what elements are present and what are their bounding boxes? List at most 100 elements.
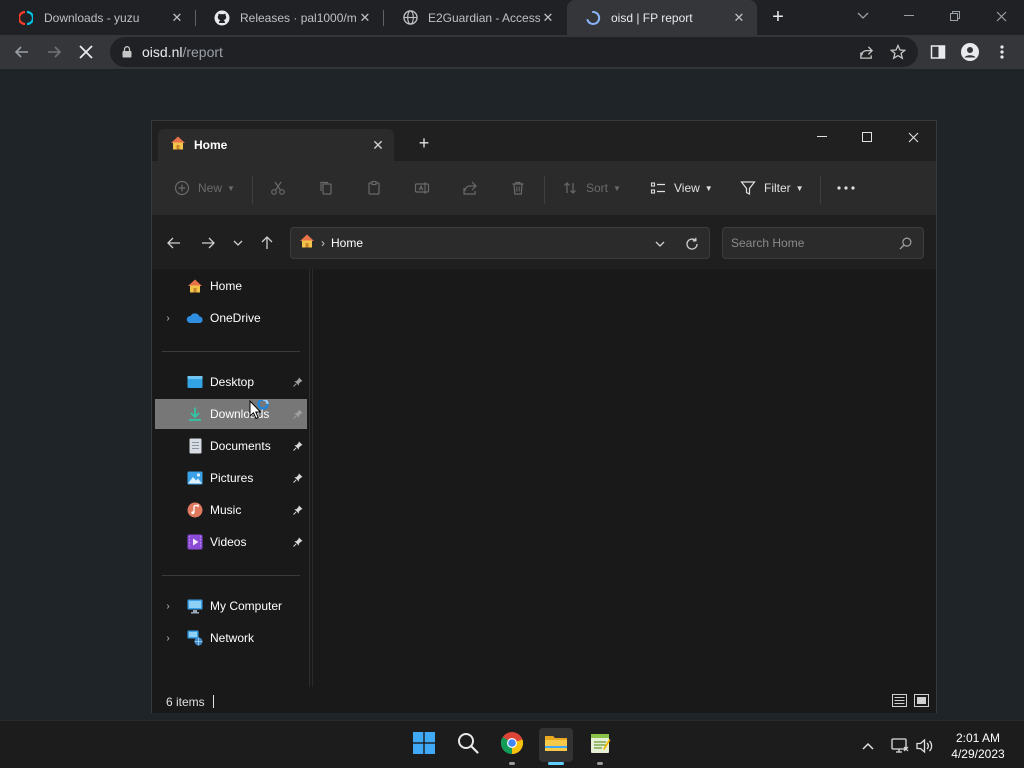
sidebar-item-desktop[interactable]: Desktop	[155, 367, 307, 397]
system-clock[interactable]: 2:01 AM 4/29/2023	[938, 730, 1018, 762]
volume-icon[interactable]	[915, 736, 935, 756]
sidebar-item-documents[interactable]: Documents	[155, 431, 307, 461]
up-arrow-icon[interactable]	[255, 231, 279, 255]
delete-button[interactable]	[508, 175, 534, 201]
share-button[interactable]	[460, 175, 486, 201]
running-indicator	[597, 762, 603, 765]
sidebar-item-downloads[interactable]: Downloads	[155, 399, 307, 429]
explorer-new-tab-button[interactable]: +	[414, 133, 434, 154]
chevron-down-icon: ▼	[227, 183, 235, 193]
sort-button[interactable]: Sort ▼	[560, 175, 621, 201]
maximize-icon[interactable]	[847, 125, 887, 149]
browser-tab-e2guardian[interactable]: E2Guardian - Access De ✕	[384, 0, 566, 35]
view-button[interactable]: View ▼	[648, 175, 713, 201]
sidebar-item-network[interactable]: › Network	[155, 623, 307, 653]
sidebar-item-pictures[interactable]: Pictures	[155, 463, 307, 493]
close-tab-icon[interactable]: ✕	[731, 10, 747, 26]
profile-avatar-icon[interactable]	[958, 40, 982, 64]
filter-button[interactable]: Filter ▼	[738, 175, 804, 201]
browser-tab-yuzu[interactable]: Downloads - yuzu ✕	[0, 0, 195, 35]
explorer-tab-home[interactable]: Home ✕	[158, 129, 394, 161]
details-view-icon[interactable]	[891, 693, 907, 707]
chevron-down-icon: ▼	[704, 183, 713, 193]
close-tab-icon[interactable]: ✕	[357, 10, 373, 26]
minimize-icon[interactable]	[802, 125, 842, 149]
browser-tab-title: oisd | FP report	[611, 10, 693, 25]
explorer-title-bar[interactable]: Home ✕ +	[152, 121, 936, 161]
onedrive-icon	[186, 309, 204, 327]
close-window-icon[interactable]	[893, 125, 933, 149]
stop-loading-icon[interactable]	[74, 40, 98, 64]
bookmark-star-icon[interactable]	[890, 44, 906, 60]
pin-icon[interactable]	[291, 505, 305, 515]
share-icon[interactable]	[858, 44, 874, 60]
notepad-taskbar-button[interactable]	[583, 728, 617, 765]
show-hidden-icons-chevron-icon[interactable]	[858, 736, 878, 756]
command-divider	[820, 176, 821, 204]
cut-button[interactable]	[268, 175, 294, 201]
search-input[interactable]	[723, 228, 893, 258]
search-box[interactable]	[722, 227, 924, 259]
notepad-icon	[589, 732, 611, 759]
lock-icon[interactable]	[120, 45, 134, 59]
pin-icon[interactable]	[291, 441, 305, 451]
address-dropdown-chevron-icon[interactable]	[651, 235, 669, 253]
taskbar-search-button[interactable]	[451, 728, 485, 762]
browser-tab-oisd-report[interactable]: oisd | FP report ✕	[567, 0, 757, 35]
forward-arrow-icon[interactable]	[196, 231, 220, 255]
chevron-right-icon[interactable]: ›	[158, 601, 178, 612]
sidebar-item-music[interactable]: Music	[155, 495, 307, 525]
sidebar-item-videos[interactable]: Videos	[155, 527, 307, 557]
chevron-right-icon[interactable]: ›	[158, 633, 178, 644]
close-tab-icon[interactable]: ✕	[368, 137, 388, 154]
close-tab-icon[interactable]: ✕	[169, 10, 185, 26]
pin-icon[interactable]	[291, 377, 305, 387]
search-icon[interactable]	[897, 235, 913, 251]
network-status-icon[interactable]	[890, 736, 910, 756]
paste-button[interactable]	[364, 175, 390, 201]
new-tab-button[interactable]: +	[766, 5, 790, 29]
restore-icon[interactable]	[932, 0, 978, 32]
pin-icon[interactable]	[291, 409, 305, 419]
browser-tab-title: E2Guardian - Access De	[428, 10, 540, 25]
sidebar-item-my-computer[interactable]: › My Computer	[155, 591, 307, 621]
pin-icon[interactable]	[291, 473, 305, 483]
sidebar-divider	[162, 351, 300, 352]
sidebar-item-label: My Computer	[210, 599, 283, 613]
start-button[interactable]	[407, 728, 441, 762]
refresh-icon[interactable]	[683, 235, 701, 253]
back-arrow-icon[interactable]	[162, 231, 186, 255]
network-icon	[186, 629, 204, 647]
minimize-icon[interactable]	[886, 0, 932, 32]
address-bar[interactable]: oisd.nl/report	[110, 37, 918, 67]
breadcrumb-chevron-icon[interactable]: ›	[321, 236, 325, 250]
sidebar-item-home[interactable]: Home	[155, 271, 307, 301]
new-button[interactable]: New ▼	[172, 175, 235, 201]
chevron-down-icon: ▼	[613, 183, 621, 193]
rename-button[interactable]	[412, 175, 438, 201]
pin-icon[interactable]	[291, 537, 305, 547]
kebab-menu-icon[interactable]	[990, 40, 1014, 64]
running-indicator	[548, 762, 564, 765]
chrome-icon	[500, 731, 524, 760]
browser-tab-github[interactable]: Releases · pal1000/mes ✕	[196, 0, 383, 35]
recent-locations-chevron-icon[interactable]	[226, 231, 250, 255]
chrome-taskbar-button[interactable]	[495, 728, 529, 765]
sidebar-item-onedrive[interactable]: › OneDrive	[155, 303, 307, 333]
side-panel-icon[interactable]	[926, 40, 950, 64]
explorer-address-bar[interactable]: › Home	[290, 227, 710, 259]
close-tab-icon[interactable]: ✕	[540, 10, 556, 26]
forward-arrow-icon[interactable]	[42, 40, 66, 64]
sidebar-divider	[162, 575, 300, 576]
file-explorer-taskbar-button[interactable]	[539, 728, 573, 765]
back-arrow-icon[interactable]	[10, 40, 34, 64]
file-list-pane[interactable]	[312, 269, 926, 687]
chevron-right-icon[interactable]: ›	[158, 313, 178, 324]
chevron-down-icon: ▼	[795, 183, 804, 193]
copy-button[interactable]	[316, 175, 342, 201]
large-icons-view-icon[interactable]	[913, 693, 929, 707]
tab-search-icon[interactable]	[840, 0, 886, 32]
close-window-icon[interactable]	[978, 0, 1024, 32]
more-options-button[interactable]	[836, 175, 862, 201]
breadcrumb-home[interactable]: Home	[331, 236, 363, 250]
